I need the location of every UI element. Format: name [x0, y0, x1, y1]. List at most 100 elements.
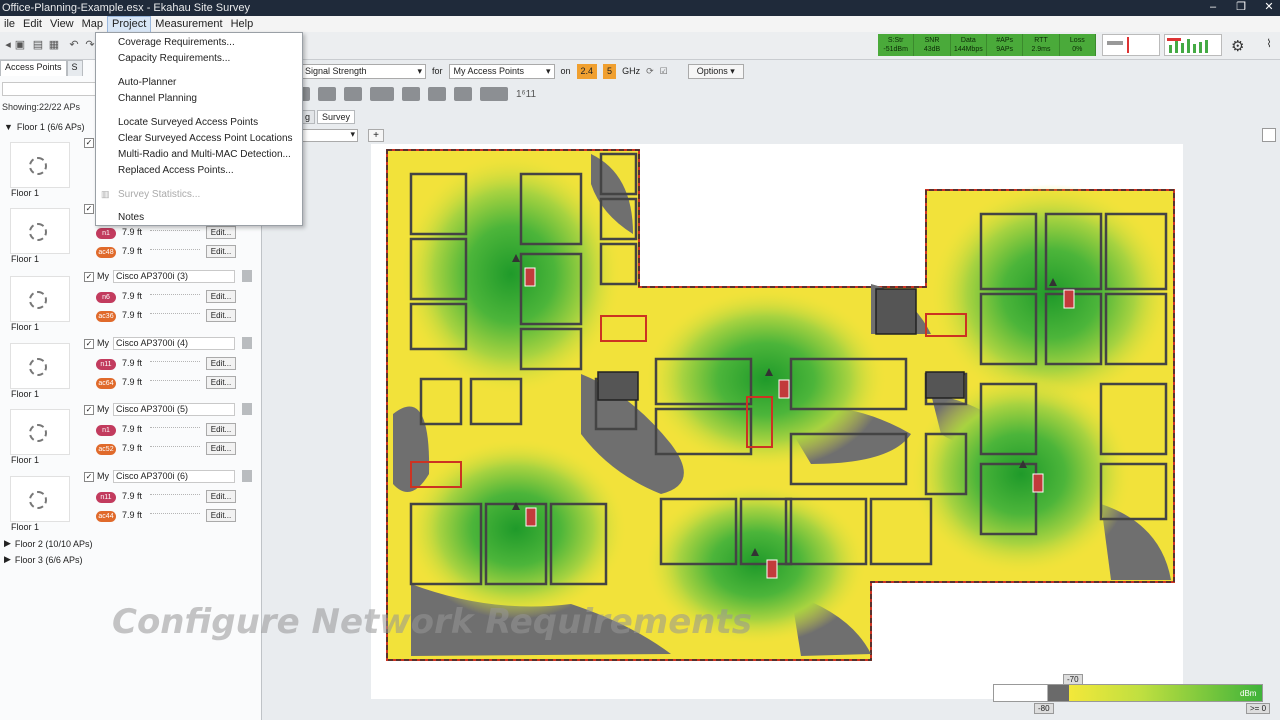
- menu-locate-surveyed-aps[interactable]: Locate Surveyed Access Points: [118, 117, 258, 128]
- radio-settings[interactable]: [150, 513, 200, 521]
- radio-settings[interactable]: [150, 294, 200, 302]
- band-5-toggle[interactable]: 5: [603, 63, 617, 79]
- check-icon[interactable]: ☑: [660, 66, 668, 77]
- ap-entry[interactable]: Floor 1 ✓ My Cisco AP3700i (5) n1 7.9 ft…: [0, 403, 262, 469]
- column-tool-icon[interactable]: [344, 87, 362, 101]
- ap-visible-checkbox[interactable]: ✓: [84, 138, 94, 148]
- radio-settings[interactable]: [150, 230, 200, 238]
- ap-menu-icon[interactable]: [242, 337, 252, 349]
- expand-triangle-icon[interactable]: ▶: [4, 538, 11, 549]
- ap-menu-icon[interactable]: [242, 470, 252, 482]
- menu-clear-surveyed-ap-locations[interactable]: Clear Surveyed Access Point Locations: [118, 133, 293, 144]
- spectrum-mini-chart[interactable]: [1102, 34, 1160, 56]
- tab-access-points[interactable]: Access Points: [0, 60, 67, 76]
- target-select[interactable]: My Access Points: [448, 63, 555, 79]
- maximize-button[interactable]: ❐: [1234, 1, 1248, 13]
- menu-auto-planner[interactable]: Auto-Planner: [118, 77, 176, 88]
- radio-edit-button[interactable]: Edit...: [206, 490, 236, 503]
- options-button[interactable]: Options ▾: [687, 63, 744, 79]
- menu-replaced-access-points[interactable]: Replaced Access Points...: [118, 165, 234, 176]
- menu-notes[interactable]: Notes: [118, 212, 144, 223]
- ap-owner-label: My: [97, 404, 109, 414]
- floor-3-header[interactable]: ▶ Floor 3 (6/6 APs): [4, 554, 82, 565]
- graph-icon[interactable]: ⌇: [1260, 38, 1278, 50]
- print-icon[interactable]: ▤: [32, 39, 44, 51]
- radio-settings[interactable]: [150, 427, 200, 435]
- tab-survey-panel[interactable]: S: [66, 60, 83, 76]
- undo-icon[interactable]: ↶: [68, 39, 80, 51]
- ap-entry[interactable]: Floor 1 ✓ My Cisco AP3700i (3) n6 7.9 ft…: [0, 270, 262, 336]
- door-tool-icon[interactable]: [318, 87, 336, 101]
- menu-view[interactable]: View: [46, 17, 78, 32]
- radio-settings[interactable]: [150, 446, 200, 454]
- ap-entry[interactable]: Floor 1 ✓ My Cisco AP3700i (4) n11 7.9 f…: [0, 337, 262, 403]
- radio-edit-button[interactable]: Edit...: [206, 245, 236, 258]
- tab-survey[interactable]: Survey: [317, 110, 356, 124]
- ap-visible-checkbox[interactable]: ✓: [84, 204, 94, 214]
- area-tool-icon[interactable]: [370, 87, 394, 101]
- save-icon[interactable]: ▣: [14, 39, 26, 51]
- menu-coverage-requirements[interactable]: Coverage Requirements...: [118, 37, 235, 48]
- radio-edit-button[interactable]: Edit...: [206, 226, 236, 239]
- radio-height: 7.9 ft: [122, 443, 143, 453]
- attenuation-tool-icon[interactable]: [402, 87, 420, 101]
- floor-1-header[interactable]: ▼ Floor 1 (6/6 APs): [4, 122, 84, 132]
- ap-entry[interactable]: Floor 1 ✓ My Cisco AP3700i (6) n11 7.9 f…: [0, 470, 262, 536]
- signal-legend: [993, 684, 1263, 702]
- collapse-triangle-icon[interactable]: ▼: [4, 122, 13, 132]
- minimize-button[interactable]: –: [1206, 1, 1220, 13]
- menu-file[interactable]: ile: [0, 17, 19, 32]
- radio-edit-button[interactable]: Edit...: [206, 509, 236, 522]
- radio-channel-badge: n1: [96, 425, 116, 436]
- menu-map[interactable]: Map: [78, 17, 107, 32]
- radio-edit-button[interactable]: Edit...: [206, 309, 236, 322]
- floor-2-header[interactable]: ▶ Floor 2 (10/10 APs): [4, 538, 92, 549]
- ap-owner-label: My: [97, 271, 109, 281]
- ap-filter-input[interactable]: [2, 82, 96, 96]
- radio-edit-button[interactable]: Edit...: [206, 442, 236, 455]
- radio-settings[interactable]: [150, 313, 200, 321]
- radio-settings[interactable]: [150, 380, 200, 388]
- ap-visible-checkbox[interactable]: ✓: [84, 339, 94, 349]
- capacity-tool-icon[interactable]: [480, 87, 508, 101]
- menu-multi-radio-detection[interactable]: Multi-Radio and Multi-MAC Detection...: [118, 149, 291, 160]
- band-24-toggle[interactable]: 2.4: [576, 63, 598, 79]
- ap-visible-checkbox[interactable]: ✓: [84, 472, 94, 482]
- channel-mini-chart[interactable]: [1164, 34, 1222, 56]
- radio-edit-button[interactable]: Edit...: [206, 423, 236, 436]
- metric-select[interactable]: Signal Strength: [300, 63, 426, 79]
- chart-toggle-icon[interactable]: [1262, 128, 1276, 142]
- add-survey-button[interactable]: +: [368, 129, 384, 142]
- menu-edit[interactable]: Edit: [19, 17, 46, 32]
- radio-edit-button[interactable]: Edit...: [206, 376, 236, 389]
- open-icon[interactable]: ◂: [2, 39, 14, 51]
- export-icon[interactable]: ▦: [48, 39, 60, 51]
- menu-project[interactable]: Project: [107, 15, 152, 33]
- radio-settings[interactable]: [150, 249, 200, 257]
- expand-triangle-icon[interactable]: ▶: [4, 554, 11, 565]
- ap-visible-checkbox[interactable]: ✓: [84, 405, 94, 415]
- ap-visible-checkbox[interactable]: ✓: [84, 272, 94, 282]
- ap-name-field[interactable]: Cisco AP3700i (4): [113, 337, 235, 350]
- radio-row: ac48 7.9 ft Edit...: [96, 245, 256, 261]
- radio-edit-button[interactable]: Edit...: [206, 290, 236, 303]
- ap-menu-icon[interactable]: [242, 403, 252, 415]
- channel-tool-icon[interactable]: 1⁶11: [516, 89, 536, 100]
- menu-help[interactable]: Help: [227, 17, 258, 32]
- radio-settings[interactable]: [150, 494, 200, 502]
- refresh-icon[interactable]: ⟳: [646, 66, 654, 77]
- ap-menu-icon[interactable]: [242, 270, 252, 282]
- close-button[interactable]: ✕: [1262, 1, 1276, 13]
- survey-select[interactable]: [300, 129, 358, 142]
- menu-capacity-requirements[interactable]: Capacity Requirements...: [118, 53, 230, 64]
- menu-measurement[interactable]: Measurement: [151, 17, 226, 32]
- menu-channel-planning[interactable]: Channel Planning: [118, 93, 197, 104]
- ap-name-field[interactable]: Cisco AP3700i (3): [113, 270, 235, 283]
- ap-name-field[interactable]: Cisco AP3700i (6): [113, 470, 235, 483]
- floor-tool-icon[interactable]: [428, 87, 446, 101]
- gear-icon[interactable]: ⚙: [1231, 37, 1244, 55]
- zone-tool-icon[interactable]: [454, 87, 472, 101]
- radio-settings[interactable]: [150, 361, 200, 369]
- ap-name-field[interactable]: Cisco AP3700i (5): [113, 403, 235, 416]
- radio-edit-button[interactable]: Edit...: [206, 357, 236, 370]
